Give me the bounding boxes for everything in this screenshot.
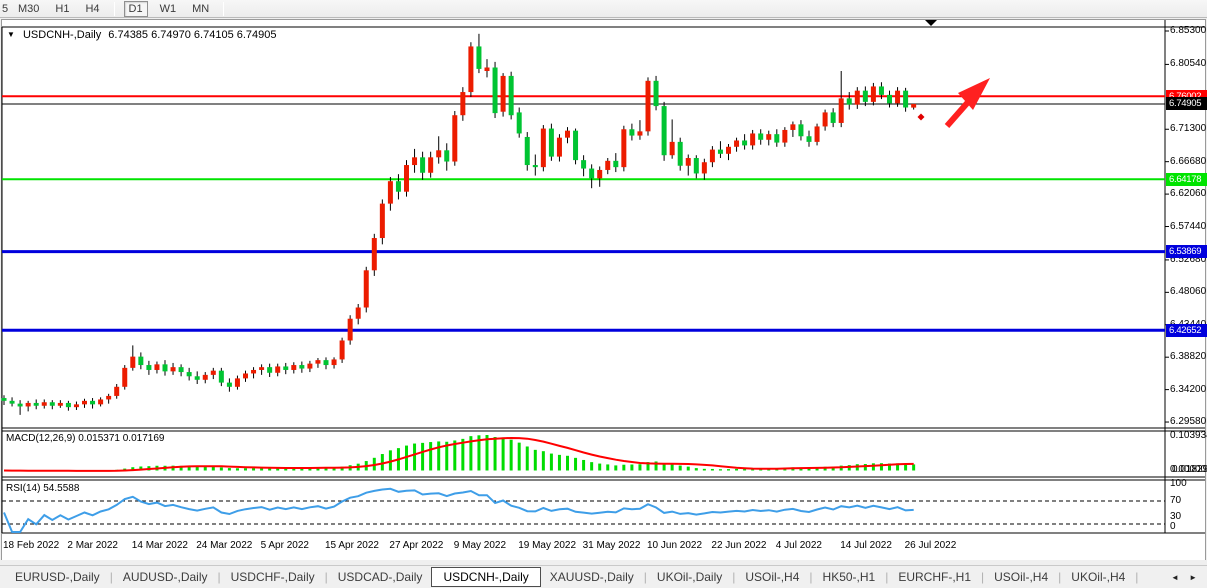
time-axis-label: 14 Jul 2022 [840,540,892,551]
rsi-axis-label: 70 [1170,495,1181,506]
price-level-badge: 6.53869 [1166,245,1207,258]
symbol-tab-eurchfh1[interactable]: EURCHF-,H1 [889,568,980,586]
timeframe-button-w1[interactable]: W1 [156,2,181,16]
price-axis-label: 6.29580 [1170,416,1206,427]
price-level-badge: 6.64178 [1166,173,1207,186]
toolbar-separator [114,2,115,16]
symbol-tab-eurusddaily[interactable]: EURUSD-,Daily [6,568,109,586]
symbol-tab-hk50h1[interactable]: HK50-,H1 [814,568,885,586]
time-axis-label: 24 Mar 2022 [196,540,252,551]
symbol-tab-usoilh4[interactable]: USOil-,H4 [985,568,1057,586]
price-axis-label: 6.66680 [1170,156,1206,167]
chart-symbol-label: USDCNH-,Daily [23,29,101,41]
price-axis-label: 6.48060 [1170,286,1206,297]
symbol-tab-ukoildaily[interactable]: UKOil-,Daily [648,568,731,586]
time-axis-label: 31 May 2022 [583,540,641,551]
tab-scroll-arrows[interactable]: ◄ ► [1171,573,1201,582]
macd-axis-overlap-label: 0.018297 [1172,464,1207,475]
timeframe-button-d1[interactable]: D1 [124,1,148,17]
time-axis-label: 27 Apr 2022 [389,540,443,551]
symbol-tab-usdcaddaily[interactable]: USDCAD-,Daily [329,568,432,586]
price-level-badge: 6.42652 [1166,324,1207,337]
symbol-tab-usdcnhdaily[interactable]: USDCNH-,Daily [431,567,540,587]
symbol-tab-audusddaily[interactable]: AUDUSD-,Daily [114,568,217,586]
macd-axis-upper-label: 0.103934 [1170,430,1207,441]
price-axis-label: 6.80540 [1170,58,1206,69]
price-axis-label: 6.34200 [1170,384,1206,395]
tab-separator: | [1134,570,1139,584]
time-axis-label: 9 May 2022 [454,540,506,551]
time-axis-label: 15 Apr 2022 [325,540,379,551]
symbol-tab-usoilh4[interactable]: USOil-,H4 [736,568,808,586]
time-axis-label: 4 Jul 2022 [776,540,822,551]
price-axis-label: 6.85300 [1170,25,1206,36]
time-axis-label: 22 Jun 2022 [711,540,766,551]
time-axis-label: 18 Feb 2022 [3,540,59,551]
chart-menu-arrow-icon[interactable]: ▼ [7,30,15,39]
mt4-terminal: { "toolbar": { "timeframes": [ {"label":… [0,0,1207,588]
timeframe-button-h4[interactable]: H4 [81,2,103,16]
timeframe-button-mn[interactable]: MN [188,2,213,16]
symbol-tab-usdchfdaily[interactable]: USDCHF-,Daily [222,568,324,586]
time-axis-label: 5 Apr 2022 [261,540,309,551]
time-axis-label: 14 Mar 2022 [132,540,188,551]
toolbar-separator [223,2,224,16]
timeframe-button-h1[interactable]: H1 [51,2,73,16]
chart-window [1,19,1206,560]
macd-label: MACD(12,26,9) 0.015371 0.017169 [6,433,164,444]
time-axis-label: 10 Jun 2022 [647,540,702,551]
symbol-tab-xauusddaily[interactable]: XAUUSD-,Daily [541,568,643,586]
symbol-tabbar: EURUSD-,Daily|AUDUSD-,Daily|USDCHF-,Dail… [0,565,1207,588]
rsi-label: RSI(14) 54.5588 [6,483,79,494]
rsi-axis-label: 0 [1170,521,1176,532]
price-axis-label: 6.62060 [1170,188,1206,199]
price-level-badge: 6.74905 [1166,97,1207,110]
timeframe-toolbar: 5 M30 H1 H4 D1 W1 MN [0,0,1207,18]
rsi-axis-label: 100 [1170,478,1187,489]
chart-header: ▼ USDCNH-,Daily 6.74385 6.74970 6.74105 … [7,29,281,41]
chart-ohlc-values: 6.74385 6.74970 6.74105 6.74905 [108,29,276,41]
time-axis-label: 26 Jul 2022 [905,540,957,551]
price-axis-label: 6.57440 [1170,221,1206,232]
price-axis-label: 6.38820 [1170,351,1206,362]
time-axis-label: 19 May 2022 [518,540,576,551]
symbol-tab-ukoilh4[interactable]: UKOil-,H4 [1062,568,1134,586]
price-axis-label: 6.71300 [1170,123,1206,134]
timeframe-button-m30[interactable]: M30 [14,2,43,16]
time-axis-label: 2 Mar 2022 [67,540,118,551]
timeframe-button-5[interactable]: 5 [0,2,8,16]
